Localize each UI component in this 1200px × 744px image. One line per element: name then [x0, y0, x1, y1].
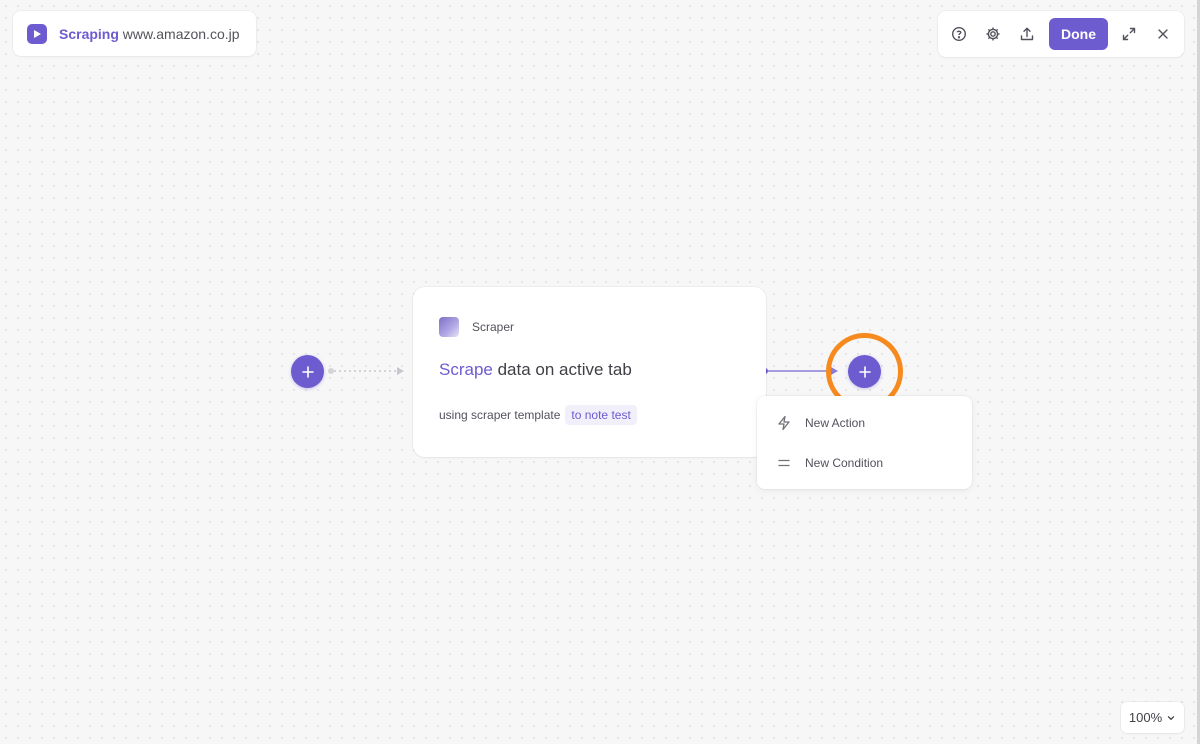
node-meta-prefix: using scraper template — [439, 408, 561, 422]
play-icon — [27, 23, 47, 44]
close-icon[interactable] — [1151, 22, 1175, 46]
equals-icon — [778, 459, 790, 467]
title-text: Scraping www.amazon.co.jp — [59, 26, 240, 42]
chevron-down-icon — [1167, 715, 1175, 720]
edge-arrow-left — [397, 367, 404, 375]
upload-icon[interactable] — [1015, 22, 1039, 46]
node-title-rest: data on active tab — [492, 360, 632, 379]
node-type-label: Scraper — [472, 320, 515, 334]
menu-item-new-condition[interactable]: New Condition — [757, 444, 972, 482]
node-title: Scrape data on active tab — [439, 360, 632, 380]
gear-icon[interactable] — [981, 22, 1005, 46]
scraper-icon — [439, 317, 459, 337]
zoom-control[interactable]: 100% — [1121, 702, 1184, 733]
menu-item-label: New Condition — [805, 456, 884, 470]
menu-item-new-action[interactable]: New Action — [757, 404, 972, 442]
add-block-button-left[interactable] — [291, 355, 324, 388]
done-button[interactable]: Done — [1049, 18, 1108, 50]
node-type: Scraper — [439, 317, 514, 337]
title-accent: Scraping — [59, 25, 119, 42]
node-title-verb: Scrape — [439, 360, 493, 379]
add-block-menu: New Action New Condition — [757, 396, 972, 489]
template-tag: to note test — [565, 405, 637, 425]
zoom-level: 100% — [1128, 710, 1163, 725]
title-host: www.amazon.co.jp — [122, 25, 240, 42]
lightning-icon — [778, 415, 790, 431]
scraper-node[interactable]: Scraper Scrape data on active tab using … — [413, 287, 766, 457]
menu-item-label: New Action — [805, 416, 866, 430]
help-circle-icon[interactable] — [947, 22, 971, 46]
plus-icon — [301, 365, 314, 378]
edge-dot-left — [328, 368, 334, 374]
expand-icon[interactable] — [1117, 22, 1141, 46]
toolbar: Done — [938, 11, 1184, 57]
node-meta: using scraper template to note test — [439, 405, 637, 425]
workflow-title: Scraping www.amazon.co.jp — [13, 11, 256, 56]
